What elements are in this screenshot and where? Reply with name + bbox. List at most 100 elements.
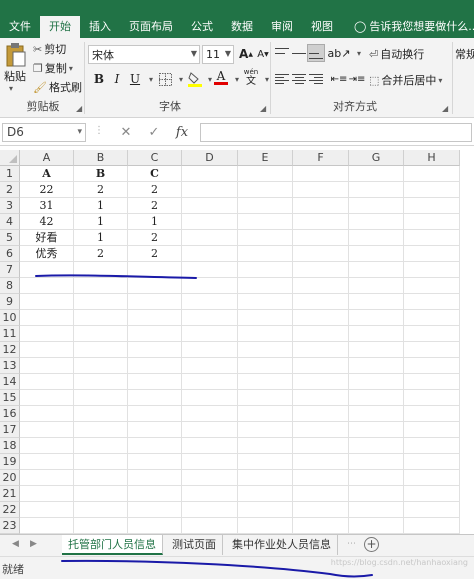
tab-insert[interactable]: 插入 (80, 16, 120, 38)
grid-cell[interactable] (293, 342, 349, 358)
grid-cell[interactable] (293, 230, 349, 246)
grid-cell[interactable] (182, 454, 238, 470)
row-header[interactable]: 19 (0, 454, 20, 470)
grid-cell[interactable] (349, 390, 404, 406)
grid-cell[interactable] (238, 198, 293, 214)
format-painter-button[interactable]: 🖌 格式刷 (33, 79, 82, 95)
grid-cell[interactable] (74, 342, 128, 358)
column-header[interactable]: G (349, 150, 404, 166)
grid-cell[interactable] (238, 438, 293, 454)
row-header[interactable]: 9 (0, 294, 20, 310)
grid-cell[interactable] (182, 518, 238, 534)
grid-cell[interactable] (349, 486, 404, 502)
font-name-select[interactable]: 宋体 ▼ (88, 45, 200, 64)
grid-cell[interactable] (20, 262, 74, 278)
grid-cell[interactable] (128, 342, 182, 358)
grid-cell[interactable] (128, 486, 182, 502)
grid-cell[interactable] (238, 486, 293, 502)
row-header[interactable]: 4 (0, 214, 20, 230)
grid-cell[interactable] (349, 182, 404, 198)
grid-cell[interactable] (182, 262, 238, 278)
row-header[interactable]: 3 (0, 198, 20, 214)
grid-cell[interactable]: 2 (128, 182, 182, 198)
grid-cell[interactable] (238, 262, 293, 278)
sheet-tab-managed-dept[interactable]: 托管部门人员信息 (62, 535, 163, 555)
grid-cell[interactable] (20, 326, 74, 342)
grid-cell[interactable] (293, 358, 349, 374)
align-left-button[interactable] (273, 70, 291, 88)
grid-cell[interactable] (349, 214, 404, 230)
row-header[interactable]: 20 (0, 470, 20, 486)
grid-cell[interactable] (349, 454, 404, 470)
align-bottom-button[interactable] (307, 44, 325, 62)
grid-cell[interactable] (404, 230, 460, 246)
grid-cell[interactable] (74, 358, 128, 374)
grid-cell[interactable] (293, 310, 349, 326)
grid-cell[interactable] (182, 358, 238, 374)
grid-cell[interactable] (74, 422, 128, 438)
formula-input[interactable] (200, 123, 472, 142)
grid-cell[interactable] (404, 518, 460, 534)
grid-cell[interactable] (349, 230, 404, 246)
grid-cell[interactable] (128, 374, 182, 390)
tab-view[interactable]: 视图 (302, 16, 342, 38)
tab-review[interactable]: 审阅 (262, 16, 302, 38)
grid-cell[interactable] (349, 470, 404, 486)
row-header[interactable]: 1 (0, 166, 20, 182)
grid-cell[interactable] (404, 278, 460, 294)
grid-cell[interactable]: 1 (74, 230, 128, 246)
column-header[interactable]: C (128, 150, 182, 166)
cancel-icon[interactable]: ✕ (112, 125, 140, 140)
grid-cell[interactable]: 2 (128, 198, 182, 214)
grid-cell[interactable] (182, 374, 238, 390)
grid-cell[interactable] (20, 470, 74, 486)
number-format-select[interactable]: 常规 (455, 46, 474, 62)
grid-cell[interactable] (349, 326, 404, 342)
row-header[interactable]: 22 (0, 502, 20, 518)
row-header[interactable]: 23 (0, 518, 20, 534)
tab-home[interactable]: 开始 (40, 16, 80, 38)
column-header[interactable]: F (293, 150, 349, 166)
grid-cell[interactable] (293, 406, 349, 422)
grid-cell[interactable] (404, 438, 460, 454)
grid-cell[interactable] (404, 342, 460, 358)
grid-cell[interactable]: 1 (74, 214, 128, 230)
grid-cell[interactable] (404, 198, 460, 214)
orientation-dropdown-icon[interactable]: ▾ (350, 44, 368, 62)
align-right-button[interactable] (307, 70, 325, 88)
grid-cell[interactable] (74, 518, 128, 534)
grid-cell[interactable] (238, 390, 293, 406)
grid-cell[interactable] (74, 390, 128, 406)
grid-cell[interactable] (20, 278, 74, 294)
column-header[interactable]: D (182, 150, 238, 166)
tab-file[interactable]: 文件 (0, 16, 40, 38)
grid-cell[interactable] (293, 454, 349, 470)
grid-cell[interactable] (74, 294, 128, 310)
grid-cell[interactable] (20, 438, 74, 454)
tab-formulas[interactable]: 公式 (182, 16, 222, 38)
grid-cell[interactable] (74, 326, 128, 342)
grid-cell[interactable] (128, 470, 182, 486)
grid-cell[interactable] (182, 438, 238, 454)
copy-button[interactable]: ❐ 复制 ▾ (33, 60, 73, 76)
grid-cell[interactable]: 31 (20, 198, 74, 214)
next-sheet-icon[interactable]: ▶ (30, 539, 37, 549)
grid-cell[interactable] (128, 278, 182, 294)
grid-cell[interactable] (128, 262, 182, 278)
grid-cell[interactable] (182, 198, 238, 214)
grid-cell[interactable] (349, 406, 404, 422)
grid-cell[interactable] (293, 198, 349, 214)
grid-cell[interactable] (20, 374, 74, 390)
grid-cell[interactable] (293, 326, 349, 342)
grid-cell[interactable] (128, 390, 182, 406)
grid-cell[interactable] (182, 230, 238, 246)
grid-cell[interactable] (349, 438, 404, 454)
grid-cell[interactable] (349, 518, 404, 534)
grid-cell[interactable]: 42 (20, 214, 74, 230)
sheet-tab-central-ops[interactable]: 集中作业处人员信息 (226, 535, 338, 555)
grid-cell[interactable] (238, 294, 293, 310)
grid-cell[interactable] (238, 470, 293, 486)
column-header[interactable]: B (74, 150, 128, 166)
grid-cell[interactable] (349, 502, 404, 518)
row-header[interactable]: 2 (0, 182, 20, 198)
